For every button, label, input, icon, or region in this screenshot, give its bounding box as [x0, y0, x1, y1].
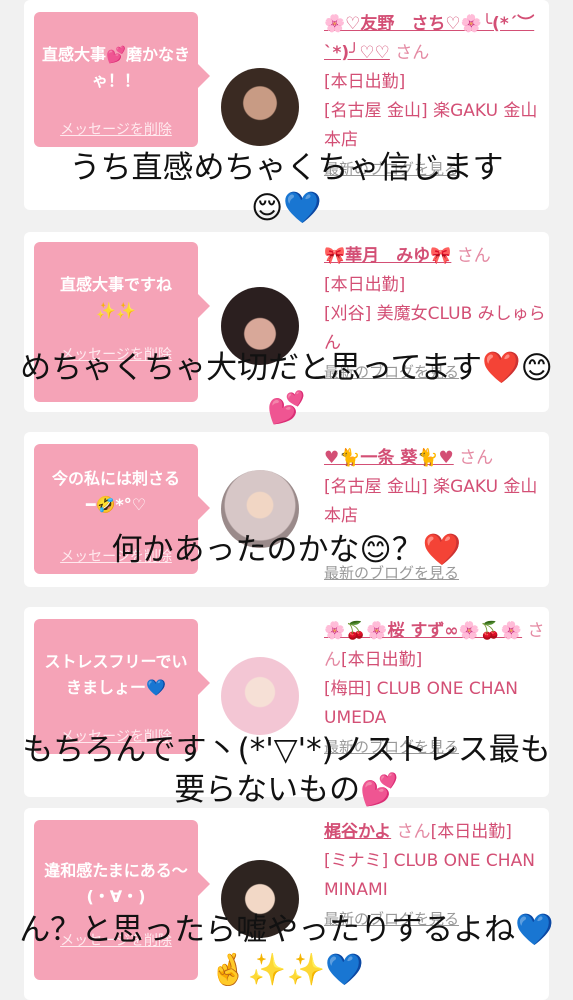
message-text: 違和感たまにある〜(・∀・) — [44, 861, 188, 906]
message-text: 直感大事ですね ✨✨ — [59, 275, 172, 320]
work-status: [本日出勤] — [324, 72, 406, 92]
work-status: [本日出勤] — [430, 822, 512, 842]
avatar[interactable] — [221, 68, 299, 146]
work-status: [本日出勤] — [341, 650, 423, 670]
overlay-caption: もちろんです丶(*'▽'*)ノストレス最も要らないもの💕 — [22, 732, 551, 808]
delete-message-link[interactable]: メッセージを削除 — [34, 119, 198, 139]
profile-name-link[interactable]: ♥🐈一条 葵🐈♥ — [324, 448, 454, 468]
honorific: さん — [456, 246, 491, 266]
message-text: 直感大事💕磨かなきゃ！！ — [42, 45, 190, 90]
shop-name: [名古屋 金山] 楽GAKU 金山本店 — [324, 101, 538, 150]
overlay-caption: ん？と思ったら嘘やったりするよね💙🤞✨✨💙 — [19, 912, 554, 988]
honorific: さん — [459, 448, 494, 468]
shop-name: [ミナミ] CLUB ONE CHAN MINAMI — [324, 851, 535, 900]
overlay-caption: めちゃくちゃ大切だと思ってます❤️😊💕 — [20, 350, 553, 426]
profile-name-link[interactable]: 🎀華月 みゆ🎀 — [324, 246, 451, 266]
work-status: [本日出勤] — [324, 275, 406, 295]
overlay-caption: 何かあったのかな😊？❤️ — [111, 532, 462, 568]
profile-name-link[interactable]: 🌸🍒🌸桜 すず∞🌸🍒🌸 — [324, 621, 522, 641]
shop-name: [梅田] CLUB ONE CHAN UMEDA — [324, 679, 518, 728]
honorific: さん — [396, 822, 431, 842]
shop-name: [名古屋 金山] 楽GAKU 金山本店 — [324, 477, 538, 526]
message-bubble: 直感大事💕磨かなきゃ！！ メッセージを削除 — [34, 12, 210, 147]
overlay-caption: うち直感めちゃくちゃ信じます 😌💙 — [69, 150, 504, 226]
avatar[interactable] — [221, 657, 299, 735]
message-text: ストレスフリーでいきましょー💙 — [44, 652, 188, 697]
message-text: 今の私には刺さる ━🤣*°♡ — [51, 469, 180, 514]
honorific: さん — [395, 43, 430, 63]
profile-name-link[interactable]: 梶谷かよ — [324, 822, 391, 842]
